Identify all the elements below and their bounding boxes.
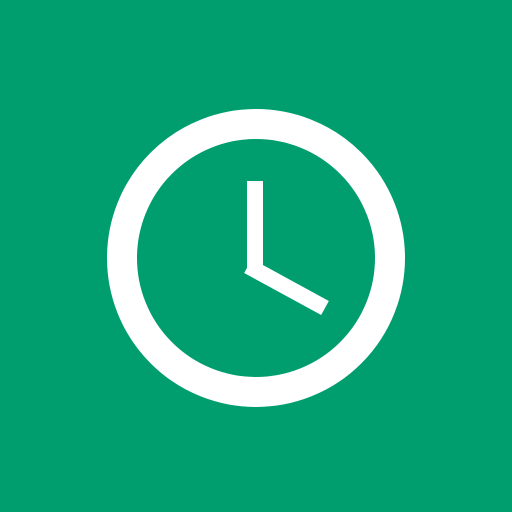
clock-minute-hand xyxy=(244,258,329,316)
app-icon-tile[interactable] xyxy=(0,0,512,512)
clock-icon xyxy=(0,0,512,512)
